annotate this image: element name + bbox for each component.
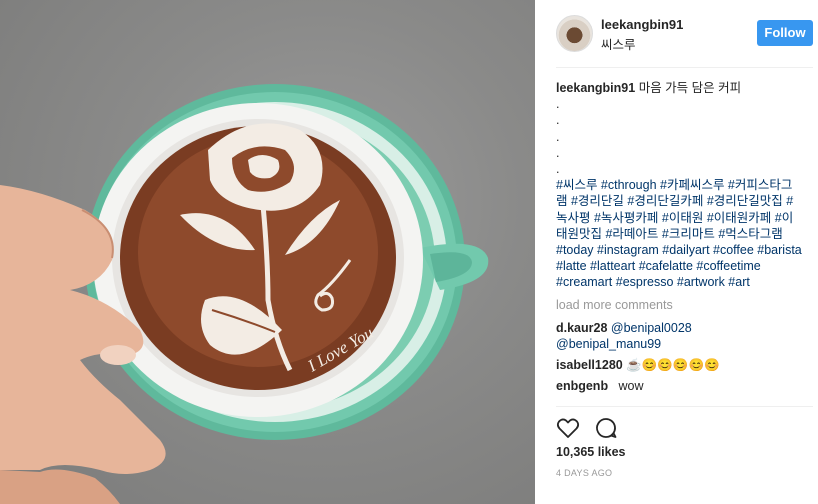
comment-text: ☕😊😊😊😊😊: [626, 357, 720, 372]
comment-username[interactable]: enbgenb: [556, 379, 608, 393]
caption-dot: .: [556, 113, 560, 128]
caption-username[interactable]: leekangbin91: [556, 81, 635, 95]
comment-username[interactable]: isabell1280: [556, 358, 623, 372]
latte-photo-illustration: I Love You: [0, 84, 489, 504]
caption-dot: .: [556, 129, 560, 144]
divider: [556, 406, 813, 407]
comment-username[interactable]: d.kaur28: [556, 321, 607, 335]
avatar[interactable]: [556, 15, 593, 52]
hashtags[interactable]: #씨스루 #cthrough #카페씨스루 #커피스타그램 #경리단길 #경리단…: [556, 177, 802, 290]
action-bar: [556, 416, 629, 440]
caption-dot: .: [556, 145, 560, 160]
comment: d.kaur28 @benipal0028 @benipal_manu99: [556, 320, 802, 352]
comment-text: wow: [618, 378, 644, 393]
username-link[interactable]: leekangbin91: [601, 17, 683, 32]
caption-text: 마음 가득 담은 커피: [638, 81, 742, 95]
location-link[interactable]: 씨스루: [601, 34, 636, 53]
comment-mention[interactable]: @benipal_manu99: [556, 337, 661, 351]
caption-dots: . . . . .: [556, 96, 802, 177]
post-side-panel: leekangbin91 씨스루 Follow leekangbin91 마음 …: [535, 0, 818, 504]
like-count[interactable]: 10,365 likes: [556, 445, 626, 459]
post-timestamp: 4 DAYS AGO: [556, 468, 613, 478]
instagram-post: I Love You leekangbin91 씨스루 Follow leeka…: [0, 0, 818, 504]
load-more-comments-link[interactable]: load more comments: [556, 295, 802, 315]
comment-mention[interactable]: @benipal0028: [611, 321, 692, 335]
post-header: leekangbin91 씨스루 Follow: [556, 14, 813, 68]
comment-bubble-icon[interactable]: [594, 416, 618, 440]
follow-button[interactable]: Follow: [757, 20, 813, 46]
post-photo[interactable]: I Love You: [0, 0, 535, 504]
comment: enbgenb wow: [556, 378, 802, 394]
comment: isabell1280 ☕😊😊😊😊😊: [556, 357, 802, 373]
caption-dot: .: [556, 161, 560, 176]
caption-dot: .: [556, 97, 560, 112]
comments-section: leekangbin91 마음 가득 담은 커피 . . . . . #씨스루 …: [556, 80, 802, 394]
caption: leekangbin91 마음 가득 담은 커피: [556, 80, 802, 96]
heart-icon[interactable]: [556, 416, 580, 440]
